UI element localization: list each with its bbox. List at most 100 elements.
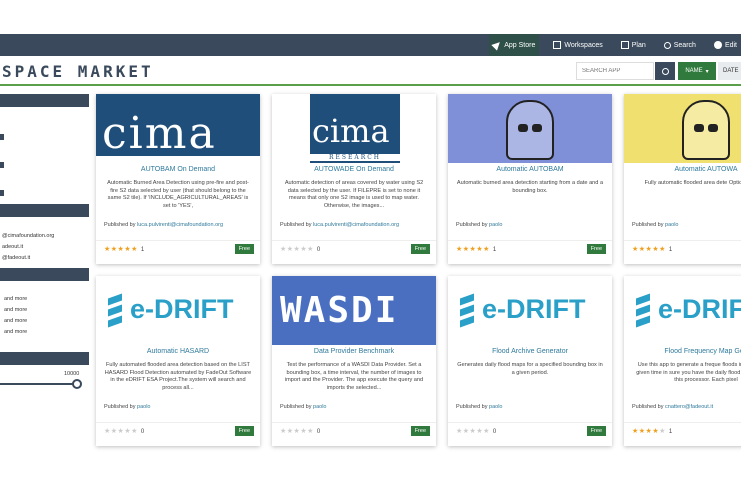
app-card[interactable]: WASDI Data Provider Benchmark Test the per… (272, 276, 436, 446)
robot-logo (624, 94, 741, 163)
free-badge[interactable]: Free (234, 244, 254, 254)
rating-count: 0 (316, 429, 321, 435)
rating-item[interactable]: and more (4, 307, 27, 313)
nav-app-store[interactable]: App Store (489, 34, 540, 56)
publisher-item[interactable]: @cimafoundation.org (2, 233, 54, 239)
filter-checkbox[interactable] (0, 162, 4, 168)
search-app-input[interactable] (576, 62, 654, 80)
published-by-label: Published by (632, 404, 664, 410)
app-title[interactable]: AUTOBAM On Demand (96, 166, 260, 173)
app-publisher: Published by cnattero@fadeout.it (632, 404, 713, 410)
search-button[interactable] (655, 62, 675, 80)
app-title[interactable]: AUTOWADE On Demand (272, 166, 436, 173)
app-publisher: Published by paolo (456, 222, 503, 228)
free-badge[interactable]: Free (586, 244, 606, 254)
app-title[interactable]: Automatic HASARD (96, 348, 260, 355)
app-card[interactable]: e-DRIFT Flood Frequency Map Gen Use this a… (624, 276, 741, 446)
publisher-item[interactable]: adeout.it (2, 244, 23, 250)
search-icon (663, 41, 671, 49)
publisher-link[interactable]: luca.pulvirenti@cimafoundation.org (137, 222, 223, 228)
app-card[interactable]: cima AUTOBAM On Demand Automatic Burned Ar… (96, 94, 260, 264)
filter-checkbox[interactable] (0, 190, 4, 196)
publisher-item[interactable]: @fadeout.it (2, 255, 30, 261)
rating-item[interactable]: and more (4, 296, 27, 302)
app-description: Automatic detection of areas covered by … (284, 180, 424, 209)
published-by-label: Published by (104, 404, 136, 410)
publisher-link[interactable]: paolo (489, 404, 502, 410)
publisher-link[interactable]: paolo (137, 404, 150, 410)
rating-stars: ★★★★★ 0 (104, 427, 144, 435)
stars-empty: ★★★★★ (280, 428, 314, 435)
nav-edit[interactable]: Edit (710, 34, 741, 56)
globe-icon (713, 41, 722, 49)
free-badge[interactable]: Free (410, 244, 430, 254)
rating-stars: ★★★★★ 1 (104, 245, 144, 253)
free-badge[interactable]: Free (586, 426, 606, 436)
app-publisher: Published by paolo (280, 404, 327, 410)
app-card[interactable]: Automatic AUTOBAM Automatic burned area d… (448, 94, 612, 264)
edrift-logo: e-DRIFT (624, 276, 741, 345)
rating-stars: ★★★★★ 1 (456, 245, 496, 253)
app-card[interactable]: Automatic AUTOWA Fully automatic flooded … (624, 94, 741, 264)
market-header: SPACE MARKET NAME ▾ DATE (0, 56, 741, 86)
app-card[interactable]: e-DRIFT Flood Archive Generator Generates … (448, 276, 612, 446)
paper-plane-icon (491, 39, 503, 51)
stars-empty: ★★★★★ (104, 428, 138, 435)
slider-max-label: 10000 (64, 371, 80, 377)
rating-item[interactable]: and more (4, 318, 27, 324)
filter-section-header (0, 94, 89, 107)
nav-plan[interactable]: Plan (617, 34, 650, 56)
search-icon (661, 67, 669, 75)
nav-label: Search (673, 41, 696, 49)
filter-sidebar: @cimafoundation.org adeout.it @fadeout.i… (0, 90, 92, 400)
app-card[interactable]: cima RESEARCH AUTOWADE On Demand Automatic … (272, 94, 436, 264)
publisher-link[interactable]: paolo (313, 404, 326, 410)
app-description: Automatic burned area detection starting… (456, 180, 604, 194)
sort-name-label: NAME (685, 68, 703, 74)
free-badge[interactable]: Free (410, 426, 430, 436)
app-publisher: Published by paolo (456, 404, 503, 410)
rating-count: 1 (492, 247, 497, 253)
app-description: Automatic Burned Area Detection using pr… (107, 180, 249, 209)
nav-workspaces[interactable]: Workspaces (549, 34, 606, 56)
nav-label: App Store (504, 41, 536, 49)
app-publisher: Published by paolo (632, 222, 679, 228)
stars-filled: ★★★★ (632, 428, 660, 435)
publisher-link[interactable]: luca.pulvirenti@cimafoundation.org (313, 222, 399, 228)
sort-date-button[interactable]: DATE (718, 62, 741, 80)
app-title[interactable]: Data Provider Benchmark (272, 348, 436, 355)
publisher-link[interactable]: paolo (489, 222, 502, 228)
divider (624, 422, 741, 423)
rating-stars: ★★★★★ 0 (456, 427, 496, 435)
publisher-section-header (0, 204, 89, 217)
price-slider-track[interactable] (0, 383, 80, 385)
robot-logo (448, 94, 612, 163)
published-by-label: Published by (280, 404, 312, 410)
app-description: Fully automatic flooded area dete Optica… (644, 180, 741, 186)
publisher-link[interactable]: paolo (665, 222, 678, 228)
app-title[interactable]: Automatic AUTOBAM (448, 166, 612, 173)
rating-item[interactable]: and more (4, 329, 27, 335)
sort-name-button[interactable]: NAME ▾ (678, 62, 716, 80)
stars-empty: ★ (659, 428, 666, 435)
nav-search[interactable]: Search (660, 34, 700, 56)
price-slider-handle[interactable] (72, 379, 82, 389)
app-publisher: Published by luca.pulvirenti@cimafoundat… (280, 222, 399, 228)
publisher-link[interactable]: cnattero@fadeout.it (665, 404, 713, 410)
nav-label: Plan (631, 41, 646, 49)
published-by-label: Published by (280, 222, 312, 228)
stars-filled: ★★★★★ (456, 246, 490, 253)
plan-icon (620, 41, 629, 49)
edrift-logo: e-DRIFT (96, 276, 260, 345)
app-title[interactable]: Flood Archive Generator (448, 348, 612, 355)
app-title[interactable]: Flood Frequency Map Gen (624, 348, 741, 355)
free-badge[interactable]: Free (234, 426, 254, 436)
app-publisher: Published by luca.pulvirenti@cimafoundat… (104, 222, 223, 228)
filter-checkbox[interactable] (0, 134, 4, 140)
divider (96, 422, 260, 423)
edrift-logo: e-DRIFT (448, 276, 612, 345)
app-card[interactable]: e-DRIFT Automatic HASARD Fully automated f… (96, 276, 260, 446)
nav-label: Edit (724, 41, 737, 49)
app-store-page: { "nav": { "items": [ {"label": "App Sto… (0, 0, 741, 486)
app-title[interactable]: Automatic AUTOWA (624, 166, 741, 173)
